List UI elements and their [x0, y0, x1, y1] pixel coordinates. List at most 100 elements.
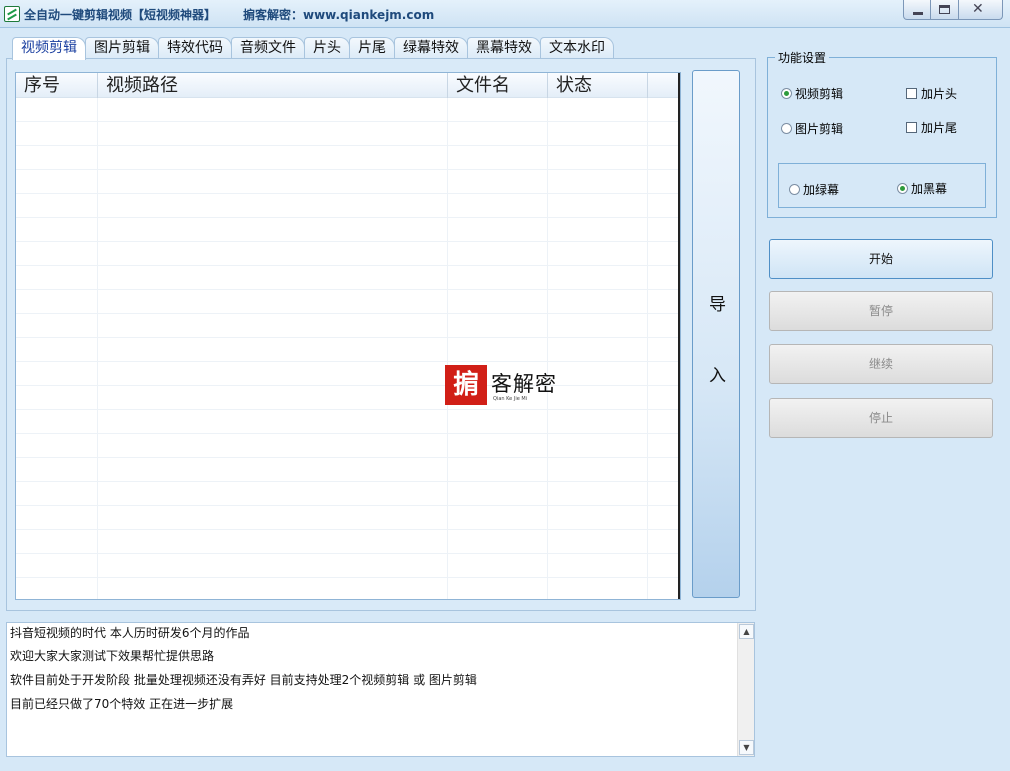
- table-cell: [16, 410, 98, 434]
- column-header-extra[interactable]: [648, 73, 680, 98]
- table-row[interactable]: [16, 482, 680, 506]
- table-row[interactable]: [16, 266, 680, 290]
- tab-image-edit[interactable]: 图片剪辑: [85, 37, 159, 59]
- tab-outro[interactable]: 片尾: [349, 37, 395, 59]
- log-textarea[interactable]: 抖音短视频的时代 本人历时研发6个月的作品 欢迎大家大家测试下效果帮忙提供思路 …: [6, 622, 755, 757]
- table-cell: [448, 146, 548, 170]
- column-header-index[interactable]: 序号: [16, 73, 98, 98]
- table-cell: [98, 194, 448, 218]
- tab-strip: 视频剪辑 图片剪辑 特效代码 音频文件 片头 片尾 绿幕特效 黑幕特效 文本水印: [12, 37, 614, 60]
- radio-video-edit[interactable]: 视频剪辑: [781, 85, 843, 102]
- table-cell: [98, 338, 448, 362]
- table-row[interactable]: [16, 410, 680, 434]
- table-cell: [548, 170, 648, 194]
- tab-text-watermark[interactable]: 文本水印: [540, 37, 614, 59]
- table-cell: [648, 410, 680, 434]
- table-row[interactable]: [16, 98, 680, 122]
- table-cell: [648, 194, 680, 218]
- table-row[interactable]: [16, 146, 680, 170]
- tab-black-screen[interactable]: 黑幕特效: [467, 37, 541, 59]
- table-cell: [648, 98, 680, 122]
- table-cell: [548, 338, 648, 362]
- radio-selected-icon: [897, 183, 908, 194]
- column-header-status[interactable]: 状态: [548, 73, 648, 98]
- table-cell: [16, 506, 98, 530]
- table-cell: [648, 218, 680, 242]
- table-cell: [16, 194, 98, 218]
- scroll-up-icon[interactable]: ▲: [739, 624, 754, 639]
- table-row[interactable]: [16, 218, 680, 242]
- table-row[interactable]: [16, 290, 680, 314]
- log-scrollbar[interactable]: ▲ ▼: [737, 623, 754, 756]
- column-header-file-name[interactable]: 文件名: [448, 73, 548, 98]
- stop-button[interactable]: 停止: [769, 398, 993, 438]
- table-row[interactable]: [16, 578, 680, 599]
- table-row[interactable]: [16, 506, 680, 530]
- radio-image-edit[interactable]: 图片剪辑: [781, 120, 843, 137]
- table-row[interactable]: [16, 434, 680, 458]
- table-cell: [98, 578, 448, 599]
- resume-button[interactable]: 继续: [769, 344, 993, 384]
- import-label-char-2: 入: [709, 366, 726, 386]
- tab-green-screen[interactable]: 绿幕特效: [394, 37, 468, 59]
- table-cell: [648, 362, 680, 386]
- table-cell: [16, 314, 98, 338]
- radio-black-screen[interactable]: 加黑幕: [897, 180, 947, 197]
- table-row[interactable]: [16, 122, 680, 146]
- table-cell: [548, 506, 648, 530]
- table-cell: [98, 266, 448, 290]
- table-cell: [16, 338, 98, 362]
- tab-effect-code[interactable]: 特效代码: [158, 37, 232, 59]
- table-cell: [648, 290, 680, 314]
- table-row[interactable]: [16, 458, 680, 482]
- import-label-char-1: 导: [709, 295, 726, 315]
- table-row[interactable]: [16, 530, 680, 554]
- table-cell: [548, 98, 648, 122]
- table-cell: [448, 98, 548, 122]
- table-cell: [448, 458, 548, 482]
- radio-green-screen[interactable]: 加绿幕: [789, 181, 839, 198]
- table-cell: [98, 554, 448, 578]
- close-button[interactable]: ✕: [959, 0, 1003, 20]
- column-header-video-path[interactable]: 视频路径: [98, 73, 448, 98]
- radio-unselected-icon: [789, 184, 800, 195]
- watermark-seal: 掮: [445, 365, 487, 405]
- table-cell: [448, 530, 548, 554]
- maximize-button[interactable]: [931, 0, 959, 20]
- table-row[interactable]: [16, 314, 680, 338]
- import-button[interactable]: 导 入: [692, 70, 740, 598]
- table-row[interactable]: [16, 362, 680, 386]
- table-cell: [548, 290, 648, 314]
- tab-video-edit[interactable]: 视频剪辑: [12, 37, 86, 60]
- table-cell: [648, 314, 680, 338]
- scroll-down-icon[interactable]: ▼: [739, 740, 754, 755]
- table-row[interactable]: [16, 338, 680, 362]
- table-cell: [648, 458, 680, 482]
- table-row[interactable]: [16, 194, 680, 218]
- watermark-subtext: Qian Ke Jie Mi: [493, 396, 528, 402]
- table-cell: [448, 578, 548, 599]
- table-cell: [16, 98, 98, 122]
- pause-button[interactable]: 暂停: [769, 291, 993, 331]
- video-list-table[interactable]: 序号 视频路径 文件名 状态: [15, 72, 681, 600]
- table-row[interactable]: [16, 242, 680, 266]
- table-cell: [16, 170, 98, 194]
- minimize-icon: [913, 12, 923, 15]
- checkbox-add-intro[interactable]: 加片头: [906, 85, 957, 102]
- tab-intro[interactable]: 片头: [304, 37, 350, 59]
- tab-audio-file[interactable]: 音频文件: [231, 37, 305, 59]
- table-row[interactable]: [16, 386, 680, 410]
- table-cell: [98, 458, 448, 482]
- table-cell: [548, 242, 648, 266]
- start-button[interactable]: 开始: [769, 239, 993, 279]
- table-cell: [648, 170, 680, 194]
- table-cell: [98, 362, 448, 386]
- table-cell: [16, 242, 98, 266]
- table-row[interactable]: [16, 554, 680, 578]
- checkbox-add-outro[interactable]: 加片尾: [906, 119, 957, 136]
- table-row[interactable]: [16, 170, 680, 194]
- minimize-button[interactable]: [903, 0, 931, 20]
- table-cell: [548, 458, 648, 482]
- radio-green-screen-label: 加绿幕: [803, 183, 840, 197]
- table-cell: [98, 530, 448, 554]
